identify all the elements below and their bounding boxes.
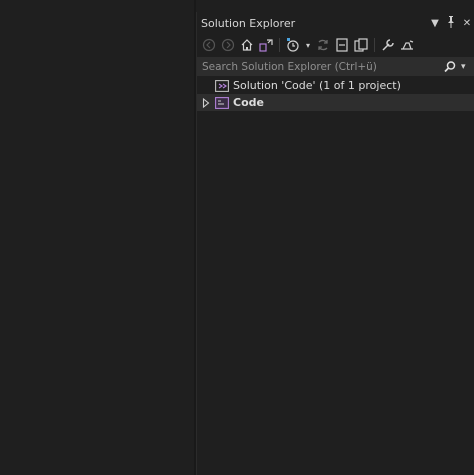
pending-changes-filter-icon[interactable]	[285, 37, 301, 53]
collapse-all-icon[interactable]	[334, 37, 350, 53]
solution-explorer-panel: Solution Explorer ▼ ✕ ▾ Search Solution …	[196, 12, 474, 475]
search-box[interactable]: Search Solution Explorer (Ctrl+ü) ▾	[197, 57, 474, 76]
expand-chevron-icon[interactable]	[197, 97, 215, 108]
project-icon	[215, 96, 229, 109]
toolbar-separator	[279, 38, 280, 52]
pin-icon[interactable]	[443, 15, 459, 31]
forward-icon[interactable]	[220, 37, 236, 53]
close-icon[interactable]: ✕	[459, 18, 474, 29]
home-icon[interactable]	[239, 37, 255, 53]
solution-label: Solution 'Code' (1 of 1 project)	[233, 79, 401, 92]
toolbar-separator	[374, 38, 375, 52]
properties-icon[interactable]	[380, 37, 396, 53]
panel-titlebar: Solution Explorer ▼ ✕	[197, 12, 474, 34]
project-label: Code	[233, 96, 264, 109]
project-node[interactable]: Code	[197, 94, 474, 111]
editor-area	[0, 0, 194, 475]
panel-toolbar: ▾	[197, 34, 474, 56]
switch-views-icon[interactable]	[258, 37, 274, 53]
panel-title: Solution Explorer	[201, 16, 296, 30]
filter-dropdown-icon[interactable]: ▾	[304, 37, 312, 53]
search-options-dropdown-icon[interactable]: ▾	[461, 62, 471, 72]
preview-icon[interactable]	[399, 37, 415, 53]
show-all-files-icon[interactable]	[353, 37, 369, 53]
sync-icon[interactable]	[315, 37, 331, 53]
search-icon[interactable]	[443, 60, 457, 74]
search-input[interactable]: Search Solution Explorer (Ctrl+ü)	[202, 61, 443, 73]
solution-icon	[215, 79, 229, 92]
solution-node[interactable]: Solution 'Code' (1 of 1 project)	[197, 77, 474, 94]
window-position-dropdown-icon[interactable]: ▼	[427, 18, 443, 29]
back-icon[interactable]	[201, 37, 217, 53]
